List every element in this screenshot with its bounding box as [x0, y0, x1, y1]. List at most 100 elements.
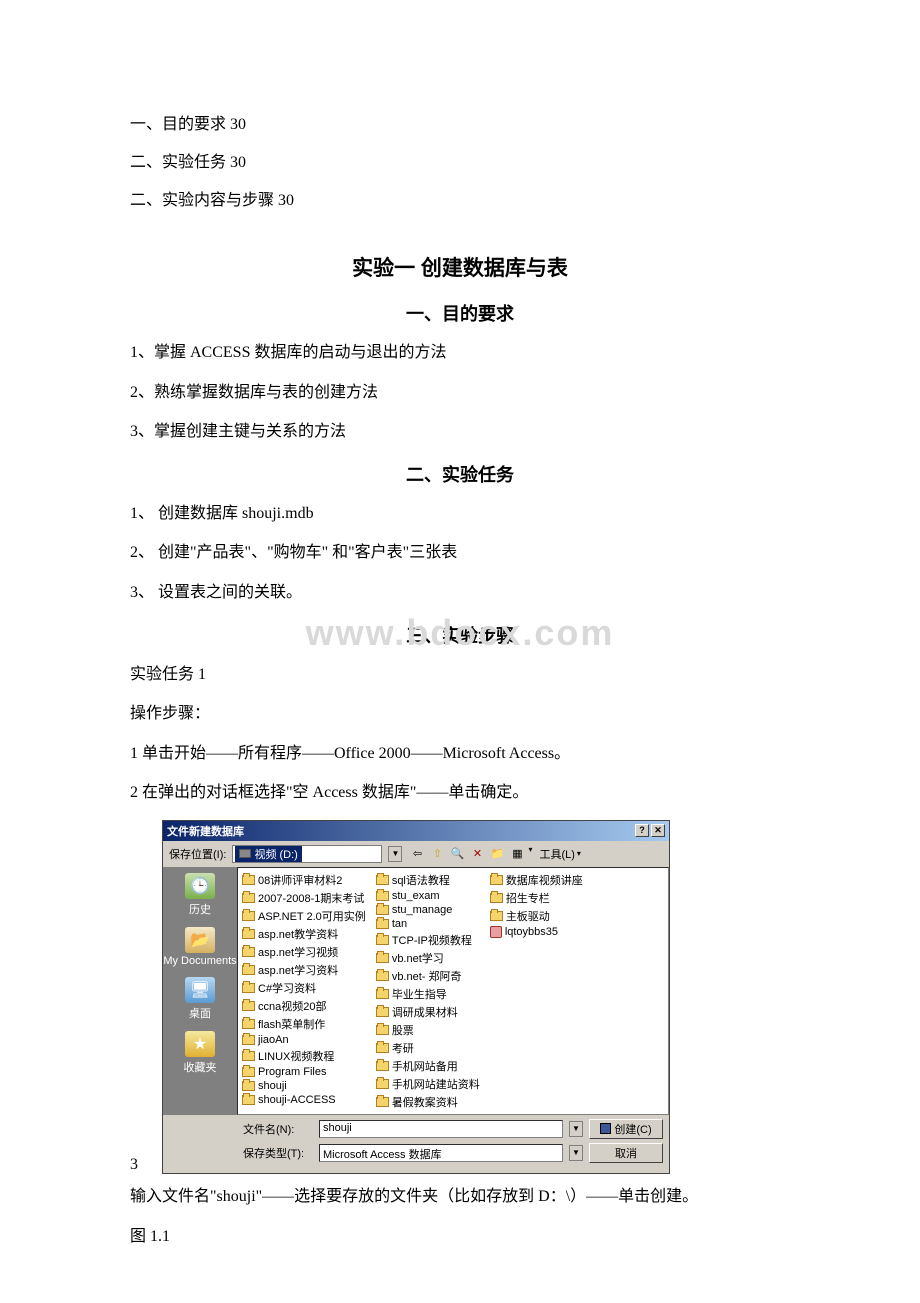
file-item[interactable]: 考研 [376, 1040, 480, 1056]
step-3-tail: 输入文件名"shouji"——选择要存放的文件夹（比如存放到 D：\）——单击创… [130, 1184, 790, 1210]
file-item[interactable]: shouji-ACCESS [242, 1094, 366, 1106]
filename-label: 文件名(N): [243, 1121, 313, 1137]
filetype-dropdown-icon[interactable]: ▼ [569, 1145, 583, 1161]
filename-input[interactable]: shouji [319, 1120, 563, 1138]
file-item[interactable]: asp.net学习视频 [242, 944, 366, 960]
delete-button[interactable]: ✕ [468, 845, 486, 863]
folder-icon [242, 965, 255, 975]
file-item[interactable]: stu_manage [376, 904, 480, 916]
file-item[interactable]: asp.net教学资料 [242, 926, 366, 942]
folder-icon [376, 953, 389, 963]
file-item[interactable]: LINUX视频教程 [242, 1048, 366, 1064]
file-item[interactable]: C#学习资料 [242, 980, 366, 996]
file-item[interactable]: stu_exam [376, 890, 480, 902]
file-item[interactable]: ASP.NET 2.0可用实例 [242, 908, 366, 924]
file-item[interactable]: sql语法教程 [376, 872, 480, 888]
file-item[interactable]: 手机网站备用 [376, 1058, 480, 1074]
place-history[interactable]: 🕒 历史 [185, 873, 215, 917]
places-bar: 🕒 历史 📂 My Documents 🖥 桌面 ★ 收藏夹 [163, 867, 237, 1115]
folder-icon [490, 875, 503, 885]
dialog-titlebar: 文件新建数据库 ? ✕ [163, 821, 669, 841]
section-3-heading: 三、实验步骤 [130, 622, 790, 648]
figure-caption: 图 1.1 [130, 1224, 790, 1250]
file-item[interactable]: vb.net- 郑阿奇 [376, 968, 480, 984]
file-item[interactable]: 手机网站建站资料 [376, 1076, 480, 1092]
desktop-icon: 🖥 [185, 977, 215, 1003]
cancel-button[interactable]: 取消 [589, 1143, 663, 1163]
new-folder-button[interactable]: 📁 [488, 845, 506, 863]
section-1-heading: 一、目的要求 [130, 300, 790, 326]
file-col-2: sql语法教程 stu_exam stu_managetan TCP-IP视频教程 vb… [376, 872, 480, 1110]
dialog-close-button[interactable]: ✕ [651, 824, 665, 837]
dialog-help-button[interactable]: ? [635, 824, 649, 837]
views-button[interactable]: ▦ [508, 845, 526, 863]
sec2-item-3: 3、 设置表之间的关联。 [130, 580, 790, 606]
folder-icon [242, 1081, 255, 1091]
file-item-label: 2007-2008-1期末考试 [258, 890, 364, 906]
tools-label: 工具(L) [539, 846, 574, 862]
file-item[interactable]: TCP-IP视频教程 [376, 932, 480, 948]
step-1: 1 单击开始——所有程序——Office 2000——Microsoft Acc… [130, 741, 790, 767]
file-item-label: shouji-ACCESS [258, 1094, 336, 1106]
file-list[interactable]: 08讲师评审材料2 2007-2008-1期末考试 ASP.NET 2.0可用实例 a… [237, 867, 669, 1115]
experiment-title: 实验一 创建数据库与表 [130, 252, 790, 282]
folder-icon [242, 1019, 255, 1029]
file-item[interactable]: 毕业生指导 [376, 986, 480, 1002]
step-3-number: 3 [130, 1156, 144, 1174]
folder-icon [376, 891, 389, 901]
file-item[interactable]: Program Files [242, 1066, 366, 1078]
folder-icon [376, 1061, 389, 1071]
file-item[interactable]: shouji [242, 1080, 366, 1092]
dialog-body: 🕒 历史 📂 My Documents 🖥 桌面 ★ 收藏夹 [163, 867, 669, 1115]
file-item-label: ccna视频20部 [258, 998, 326, 1014]
file-item[interactable]: 08讲师评审材料2 [242, 872, 366, 888]
location-row: 保存位置(I): 视频 (D:) ▼ ⇦ ⇧ 🔍 ✕ 📁 ▦ ▾ [163, 841, 669, 867]
file-item-label: flash菜单制作 [258, 1016, 325, 1032]
access-file-icon [490, 926, 502, 938]
file-item-label: asp.net学习资料 [258, 962, 338, 978]
search-web-button[interactable]: 🔍 [448, 845, 466, 863]
place-my-documents[interactable]: 📂 My Documents [163, 927, 236, 967]
nav-up-button[interactable]: ⇧ [428, 845, 446, 863]
location-combo[interactable]: 视频 (D:) [232, 845, 382, 863]
file-item[interactable]: ccna视频20部 [242, 998, 366, 1014]
file-item[interactable]: asp.net学习资料 [242, 962, 366, 978]
sec1-item-1: 1、掌握 ACCESS 数据库的启动与退出的方法 [130, 340, 790, 366]
toc-line-1: 一、目的要求 30 [130, 110, 790, 134]
location-dropdown-icon[interactable]: ▼ [388, 846, 402, 862]
file-item-label: asp.net教学资料 [258, 926, 338, 942]
file-item[interactable]: 暑假教案资料 [376, 1094, 480, 1110]
filename-dropdown-icon[interactable]: ▼ [569, 1121, 583, 1137]
file-item-label: 毕业生指导 [392, 986, 447, 1002]
file-item[interactable]: vb.net学习 [376, 950, 480, 966]
folder-icon [242, 983, 255, 993]
file-item[interactable]: jiaoAn [242, 1034, 366, 1046]
place-favorites[interactable]: ★ 收藏夹 [184, 1031, 217, 1075]
file-item[interactable]: 数据库视频讲座 [490, 872, 583, 888]
step-3-row: 3 文件新建数据库 ? ✕ 保存位置(I): 视频 (D:) ▼ [130, 820, 790, 1174]
folder-icon [242, 893, 255, 903]
file-item[interactable]: 主板驱动 [490, 908, 583, 924]
file-item-label: jiaoAn [258, 1034, 289, 1046]
file-item[interactable]: 2007-2008-1期末考试 [242, 890, 366, 906]
dialog-title-text: 文件新建数据库 [167, 823, 244, 839]
favorites-icon: ★ [185, 1031, 215, 1057]
filetype-combo[interactable]: Microsoft Access 数据库 [319, 1144, 563, 1162]
file-item[interactable]: flash菜单制作 [242, 1016, 366, 1032]
folder-icon [242, 911, 255, 921]
file-item[interactable]: 调研成果材料 [376, 1004, 480, 1020]
file-item-label: 调研成果材料 [392, 1004, 458, 1020]
file-item[interactable]: 招生专栏 [490, 890, 583, 906]
folder-icon [242, 1051, 255, 1061]
folder-icon [242, 1001, 255, 1011]
folder-icon [242, 875, 255, 885]
file-item[interactable]: 股票 [376, 1022, 480, 1038]
folder-icon [242, 1095, 255, 1105]
file-item[interactable]: lqtoybbs35 [490, 926, 583, 938]
create-button[interactable]: 创建(C) [589, 1119, 663, 1139]
tools-menu[interactable]: 工具(L)▾ [534, 845, 585, 863]
nav-back-button[interactable]: ⇦ [408, 845, 426, 863]
file-item[interactable]: tan [376, 918, 480, 930]
folder-icon [376, 919, 389, 929]
place-desktop[interactable]: 🖥 桌面 [185, 977, 215, 1021]
